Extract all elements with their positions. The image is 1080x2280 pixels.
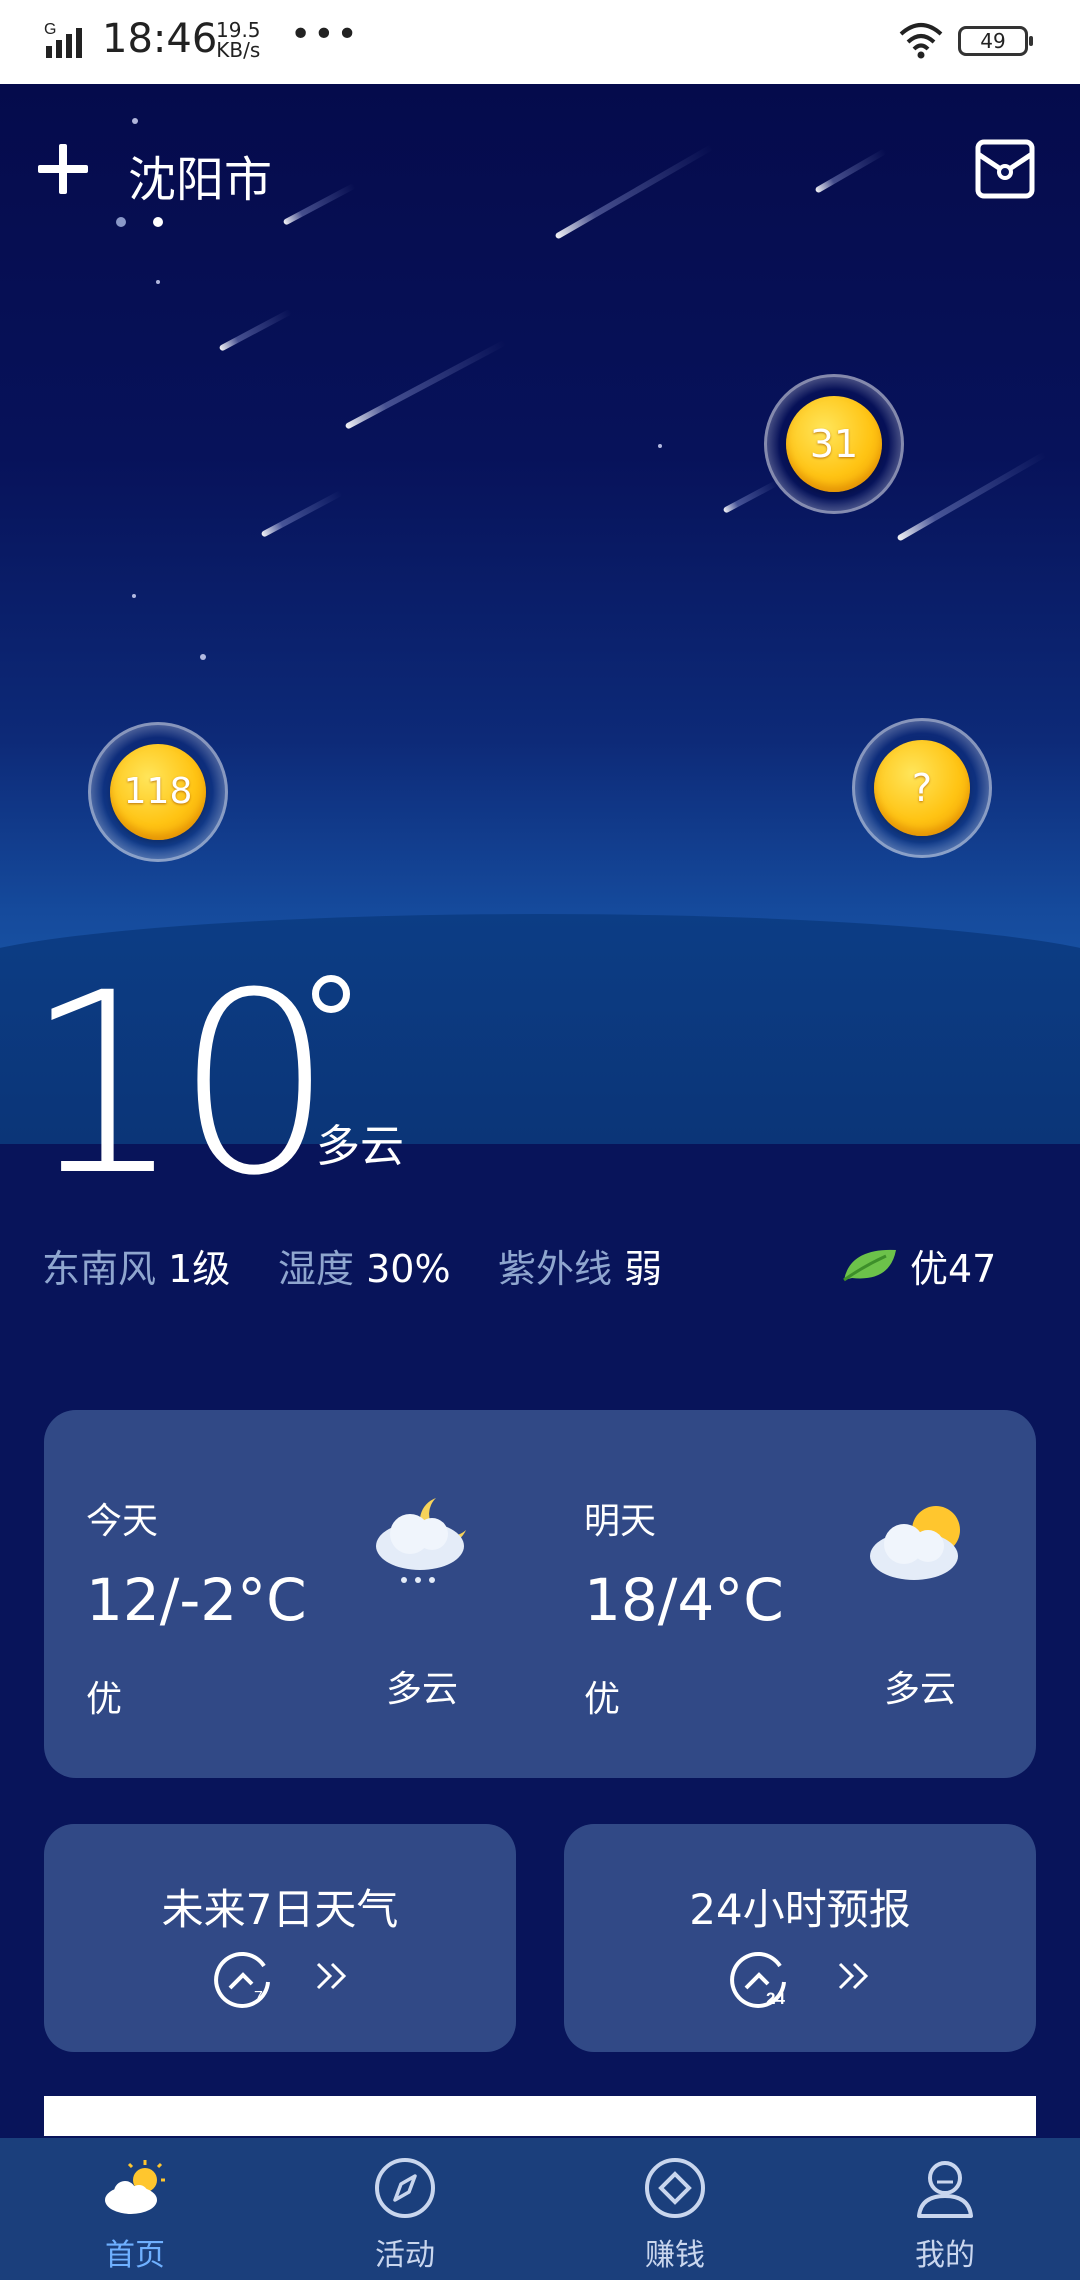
moon-cloud-snow-icon: [376, 1498, 466, 1583]
star: [156, 280, 160, 284]
uv-stat: 紫外线 弱: [498, 1238, 662, 1293]
uv-value: 弱: [624, 1247, 663, 1291]
network-speed: 19.5 KB/s: [216, 18, 261, 62]
meteor: [814, 148, 887, 194]
double-chevron-right-icon: [838, 1962, 869, 1990]
star: [200, 654, 206, 660]
forecast-card[interactable]: 今天 12/-2°C 优 多云 明天 18/4°C 优 多云: [44, 1410, 1036, 1778]
forecast-day: 今天: [86, 1501, 159, 1542]
svg-text:G: G: [44, 21, 56, 38]
humidity-label: 湿度: [278, 1247, 355, 1291]
hourly-clock-icon: 24: [730, 1951, 786, 2008]
status-time: 18:46: [102, 16, 218, 62]
reward-coin[interactable]: 31: [764, 374, 904, 514]
forecast-aqi: 优: [86, 1679, 123, 1720]
meteor: [218, 308, 293, 352]
reward-coin[interactable]: ?: [852, 718, 992, 858]
nav-label: 首页: [105, 2238, 165, 2273]
forecast-condition: 多云: [884, 1669, 957, 1710]
bottom-navigation: 首页 活动 赚钱 我的: [0, 2138, 1080, 2280]
air-quality[interactable]: 优47: [910, 1238, 996, 1293]
meteor: [722, 480, 779, 514]
meteor: [896, 451, 1047, 542]
nav-activity[interactable]: 活动: [270, 2138, 540, 2280]
nav-profile[interactable]: 我的: [810, 2138, 1080, 2280]
meteor: [344, 339, 507, 430]
seven-day-label: 未来7日天气: [161, 1885, 399, 1934]
more-notifications-icon: •••: [290, 14, 360, 55]
signal-icon: G: [44, 21, 82, 58]
double-chevron-right-icon: [316, 1962, 347, 1990]
coin-label: 31: [786, 396, 882, 492]
meteor: [260, 490, 343, 538]
forecast-condition: 多云: [386, 1669, 459, 1710]
hourly-forecast-button[interactable]: 24小时预报 24: [564, 1824, 1036, 2052]
nav-label: 我的: [915, 2238, 975, 2273]
nav-earn[interactable]: 赚钱: [540, 2138, 810, 2280]
humidity-stat: 湿度 30%: [278, 1238, 451, 1293]
nav-home[interactable]: 首页: [0, 2138, 270, 2280]
forecast-range: 18/4°C: [584, 1566, 784, 1634]
star: [658, 444, 662, 448]
content-panel-top: [44, 2096, 1036, 2136]
envelope-icon[interactable]: [974, 138, 1036, 200]
compass-icon: [375, 2158, 435, 2218]
meteor: [282, 182, 357, 226]
current-condition: 多云: [316, 1121, 404, 1172]
forecast-day: 明天: [584, 1501, 657, 1542]
calendar-clock-icon: 7: [214, 1951, 270, 2008]
sun-cloud-icon: [870, 1506, 960, 1580]
nav-label: 活动: [375, 2238, 435, 2273]
add-city-button[interactable]: [34, 140, 92, 198]
wind-value: 1级: [168, 1247, 231, 1291]
city-name[interactable]: 沈阳市: [128, 140, 272, 210]
coin-label: ?: [874, 740, 970, 836]
battery-icon: 49: [958, 26, 1033, 56]
forecast-aqi: 优: [584, 1679, 621, 1720]
weather-home-icon: [105, 2160, 165, 2214]
wind-stat: 东南风 1级: [42, 1238, 230, 1293]
diamond-icon: [645, 2158, 705, 2218]
forecast-range: 12/-2°C: [86, 1566, 307, 1634]
page-indicator-dot: [116, 217, 126, 227]
degree-symbol: [312, 975, 350, 1013]
leaf-icon: [843, 1249, 896, 1282]
star: [132, 594, 136, 598]
page-indicator-dot-active: [153, 217, 163, 227]
current-temperature: 10: [24, 939, 334, 1230]
user-icon: [917, 2161, 973, 2218]
humidity-value: 30%: [366, 1247, 451, 1291]
status-bar: G 18:46 19.5 KB/s ••• 49: [0, 0, 1080, 84]
reward-coin[interactable]: 118: [88, 722, 228, 862]
nav-label: 赚钱: [645, 2238, 705, 2273]
svg-text:24: 24: [766, 1989, 785, 2008]
star: [132, 118, 138, 124]
coin-label: 118: [110, 744, 206, 840]
svg-text:7: 7: [254, 1989, 263, 2006]
hourly-label: 24小时预报: [689, 1885, 911, 1934]
seven-day-forecast-button[interactable]: 未来7日天气 7: [44, 1824, 516, 2052]
wifi-icon: [899, 23, 943, 59]
uv-label: 紫外线: [498, 1247, 613, 1291]
meteor: [554, 144, 714, 240]
wind-label: 东南风: [42, 1247, 157, 1291]
